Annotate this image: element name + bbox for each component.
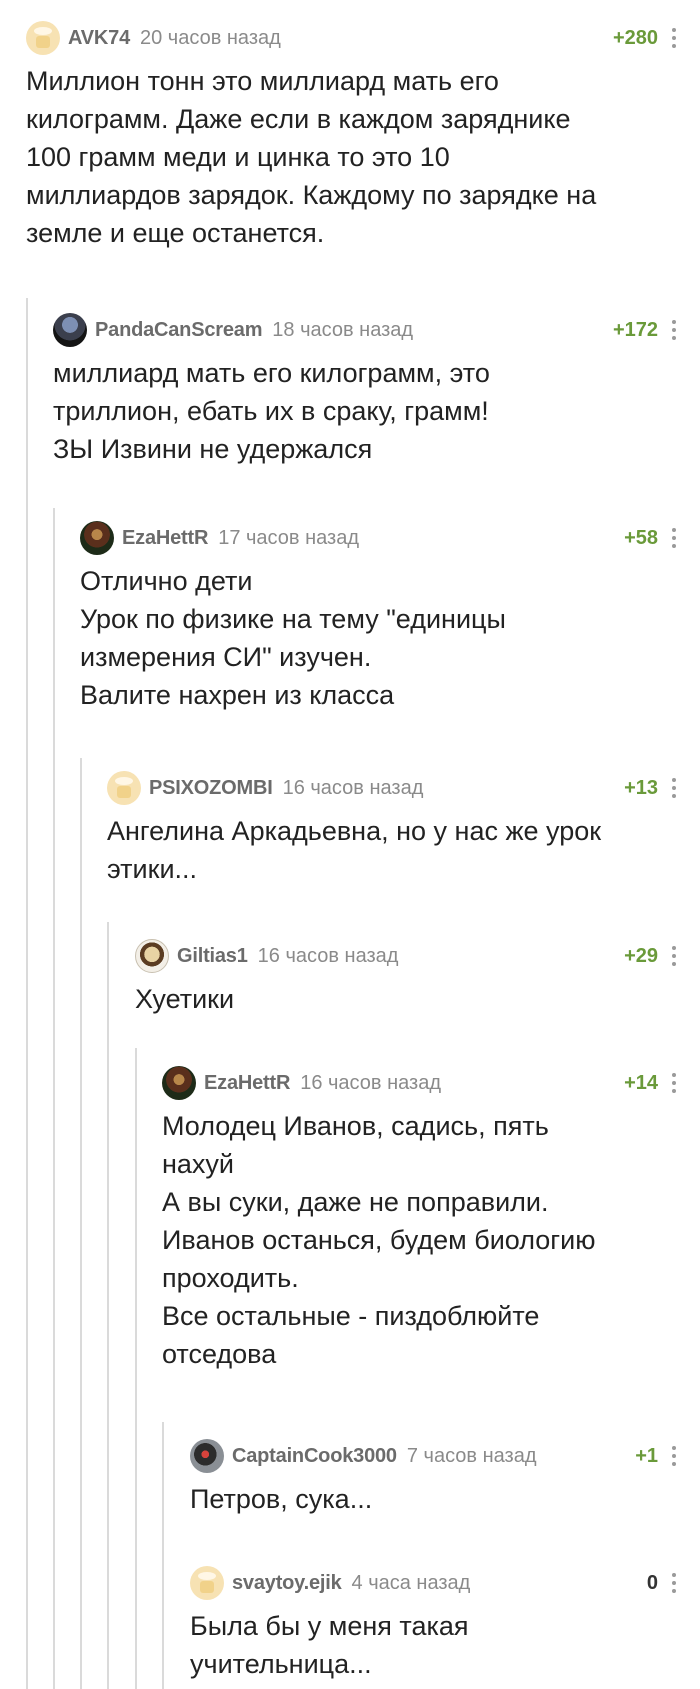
more-options-icon[interactable] — [672, 946, 676, 966]
comment-text: Хуетики — [135, 980, 676, 1018]
comment-text: Была бы у меня такая учительница... — [190, 1607, 676, 1683]
timestamp[interactable]: 20 часов назад — [140, 27, 281, 50]
more-options-icon[interactable] — [672, 1073, 676, 1093]
comment-line: триллион, ебать их в сраку, грамм! — [53, 396, 489, 426]
comment-header: PandaCanScream 18 часов назад +172 — [53, 310, 676, 350]
avatar[interactable] — [135, 939, 169, 973]
comment-text: Петров, сука... — [190, 1480, 676, 1518]
timestamp[interactable]: 18 часов назад — [272, 319, 413, 342]
username[interactable]: Giltias1 — [177, 945, 248, 968]
comment-line: Миллион тонн это миллиард мать его — [26, 66, 499, 96]
avatar[interactable] — [162, 1066, 196, 1100]
comment: PandaCanScream 18 часов назад +172 милли… — [53, 310, 676, 468]
comment-rating: +29 — [624, 944, 658, 967]
comment-rating: +13 — [624, 776, 658, 799]
comment-rating: +58 — [624, 526, 658, 549]
comment-line: земле и еще останется. — [26, 218, 325, 248]
thread-line — [107, 922, 109, 1689]
comment-rating: 0 — [646, 1571, 658, 1594]
comment-line: проходить. — [162, 1263, 299, 1293]
timestamp[interactable]: 16 часов назад — [283, 777, 424, 800]
timestamp[interactable]: 7 часов назад — [407, 1445, 537, 1468]
comment-header: EzaHettR 17 часов назад +58 — [80, 518, 676, 558]
comment-line: Отлично дети — [80, 566, 253, 596]
comment-rating: +14 — [624, 1071, 658, 1094]
username[interactable]: EzaHettR — [204, 1072, 290, 1095]
comment-line: Хуетики — [135, 984, 235, 1014]
comment-header: PSIXOZOMBI 16 часов назад +13 — [107, 768, 676, 808]
comment-header: EzaHettR 16 часов назад +14 — [162, 1063, 676, 1103]
timestamp[interactable]: 4 часа назад — [352, 1572, 471, 1595]
thread-line — [80, 758, 82, 1689]
comment-line: миллиардов зарядок. Каждому по зарядке н… — [26, 180, 597, 210]
comment-line: измерения СИ" изучен. — [80, 642, 372, 672]
thread-line — [26, 298, 28, 1689]
comment-header: Giltias1 16 часов назад +29 — [135, 936, 676, 976]
comment-line: учительница... — [190, 1649, 372, 1679]
username[interactable]: PSIXOZOMBI — [149, 777, 273, 800]
thread-line — [53, 508, 55, 1689]
timestamp[interactable]: 17 часов назад — [218, 527, 359, 550]
comment-text: миллиард мать его килограмм, это триллио… — [53, 354, 676, 468]
avatar[interactable] — [26, 21, 60, 55]
comment-rating: +1 — [635, 1444, 658, 1467]
avatar[interactable] — [53, 313, 87, 347]
comment-rating: +172 — [612, 318, 658, 341]
comment-line: нахуй — [162, 1149, 235, 1179]
comment-line: Была бы у меня такая — [190, 1611, 469, 1641]
comment-line: Все остальные - пиздоблюйте — [162, 1301, 540, 1331]
comment-line: миллиард мать его килограмм, это — [53, 358, 490, 388]
comment-line: Молодец Иванов, садись, пять — [162, 1111, 549, 1141]
comment-line: Ангелина Аркадьевна, но у нас же урок — [107, 816, 602, 846]
more-options-icon[interactable] — [672, 320, 676, 340]
comment-line: Петров, сука... — [190, 1484, 373, 1514]
timestamp[interactable]: 16 часов назад — [258, 945, 399, 968]
comment: EzaHettR 16 часов назад +14 Молодец Иван… — [162, 1063, 676, 1373]
username[interactable]: PandaCanScream — [95, 319, 262, 342]
thread-line — [135, 1048, 137, 1689]
comment: Giltias1 16 часов назад +29 Хуетики — [135, 936, 676, 1018]
comment: EzaHettR 17 часов назад +58 Отлично дети… — [80, 518, 676, 714]
comment-line: 100 грамм меди и цинка то это 10 — [26, 142, 450, 172]
comment: AVK74 20 часов назад +280 Миллион тонн э… — [26, 18, 676, 252]
comment-text: Ангелина Аркадьевна, но у нас же урок эт… — [107, 812, 676, 888]
more-options-icon[interactable] — [672, 528, 676, 548]
timestamp[interactable]: 16 часов назад — [300, 1072, 441, 1095]
comment-line: этики... — [107, 854, 198, 884]
comment-line: Иванов останься, будем биологию — [162, 1225, 596, 1255]
comment-text: Молодец Иванов, садись, пять нахуй А вы … — [162, 1107, 676, 1373]
comment-line: ЗЫ Извини не удержался — [53, 434, 373, 464]
thread-line — [162, 1422, 164, 1689]
comment-header: svaytoy.ejik 4 часа назад 0 — [190, 1563, 676, 1603]
comment: PSIXOZOMBI 16 часов назад +13 Ангелина А… — [107, 768, 676, 888]
more-options-icon[interactable] — [672, 1446, 676, 1466]
more-options-icon[interactable] — [672, 1573, 676, 1593]
username[interactable]: AVK74 — [68, 27, 130, 50]
avatar[interactable] — [80, 521, 114, 555]
comment-text: Отлично дети Урок по физике на тему "еди… — [80, 562, 676, 714]
comment: CaptainCook3000 7 часов назад +1 Петров,… — [190, 1436, 676, 1518]
comment: svaytoy.ejik 4 часа назад 0 Была бы у ме… — [190, 1563, 676, 1683]
more-options-icon[interactable] — [672, 28, 676, 48]
more-options-icon[interactable] — [672, 778, 676, 798]
comment-text: Миллион тонн это миллиард мать его килог… — [26, 62, 676, 252]
comment-header: CaptainCook3000 7 часов назад +1 — [190, 1436, 676, 1476]
avatar[interactable] — [190, 1439, 224, 1473]
comment-line: А вы суки, даже не поправили. — [162, 1187, 549, 1217]
avatar[interactable] — [190, 1566, 224, 1600]
comment-line: килограмм. Даже если в каждом заряднике — [26, 104, 571, 134]
comment-line: отседова — [162, 1339, 277, 1369]
username[interactable]: svaytoy.ejik — [232, 1572, 342, 1595]
comment-header: AVK74 20 часов назад +280 — [26, 18, 676, 58]
avatar[interactable] — [107, 771, 141, 805]
username[interactable]: EzaHettR — [122, 527, 208, 550]
comment-line: Валите нахрен из класса — [80, 680, 395, 710]
comment-line: Урок по физике на тему "единицы — [80, 604, 506, 634]
username[interactable]: CaptainCook3000 — [232, 1445, 397, 1468]
comment-rating: +280 — [612, 26, 658, 49]
